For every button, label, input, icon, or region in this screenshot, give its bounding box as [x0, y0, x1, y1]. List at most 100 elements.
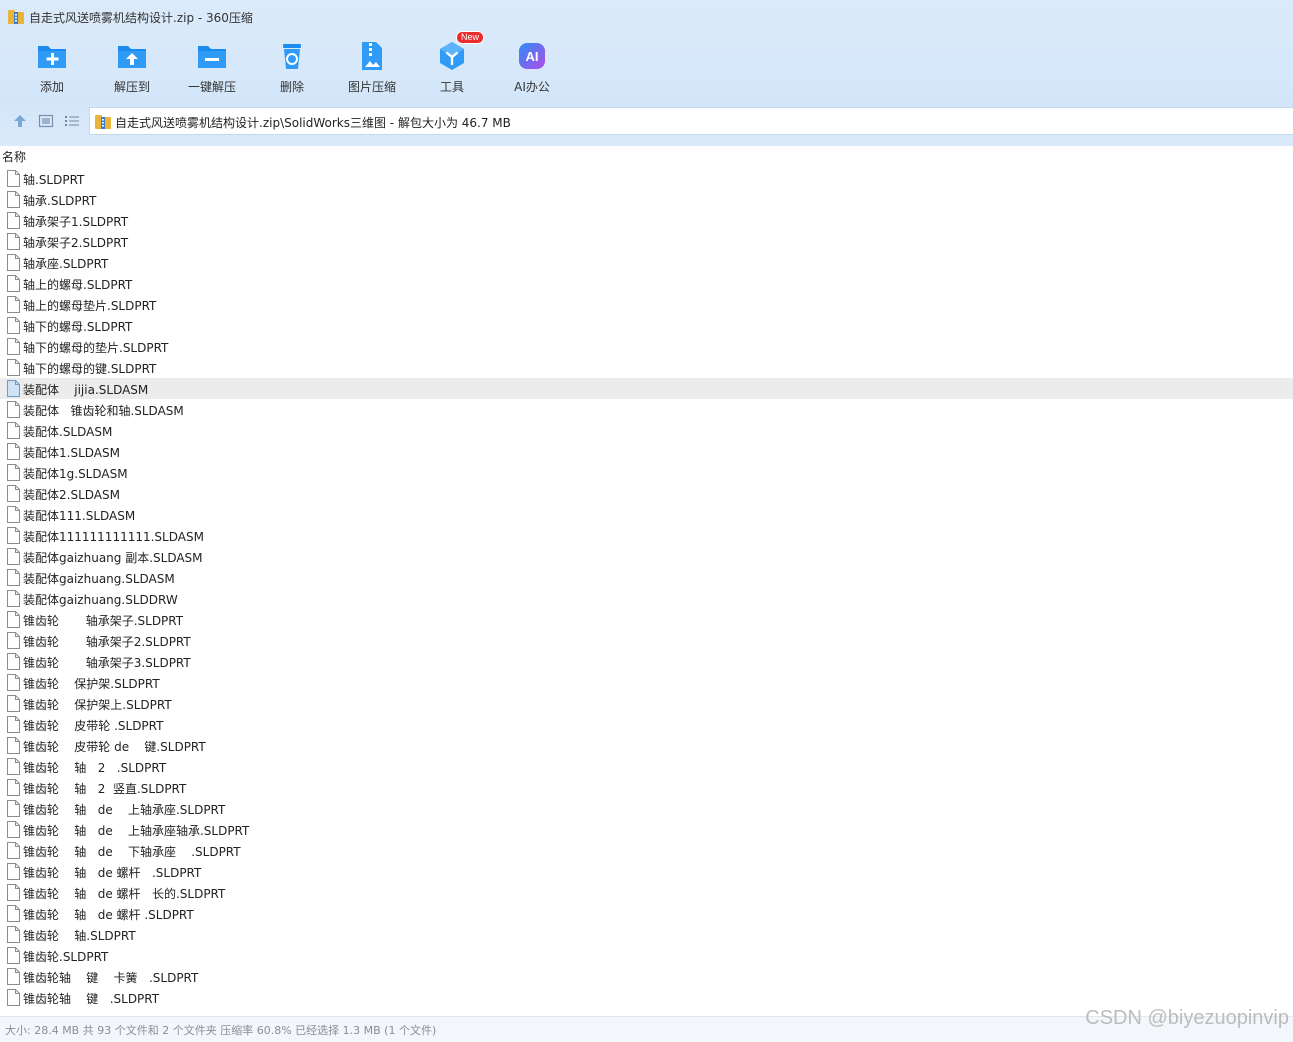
file-row[interactable]: 锥齿轮 轴 de 螺杆 .SLDPRT: [0, 861, 1293, 882]
file-name: 锥齿轮 轴 de 螺杆 .SLDPRT: [23, 908, 194, 922]
file-row[interactable]: 装配体111.SLDASM: [0, 504, 1293, 525]
file-row[interactable]: 轴承架子1.SLDPRT: [0, 210, 1293, 231]
file-icon: [7, 548, 20, 565]
file-row[interactable]: 装配体gaizhuang 副本.SLDASM: [0, 546, 1293, 567]
ai-office-button[interactable]: AI AI办公: [492, 36, 572, 100]
file-name: 锥齿轮 皮带轮 .SLDPRT: [23, 719, 164, 733]
file-name: 轴承架子2.SLDPRT: [23, 236, 129, 250]
delete-icon: [283, 44, 301, 69]
up-arrow-icon[interactable]: [12, 113, 28, 129]
file-name: 装配体111.SLDASM: [23, 509, 136, 523]
file-icon: [7, 926, 20, 943]
file-row[interactable]: 轴上的螺母.SLDPRT: [0, 273, 1293, 294]
thumbnail-view-icon[interactable]: [38, 113, 54, 129]
file-icon: [7, 884, 20, 901]
file-icon: [7, 758, 20, 775]
file-name: 锥齿轮 保护架上.SLDPRT: [23, 698, 172, 712]
file-row[interactable]: 轴承.SLDPRT: [0, 189, 1293, 210]
ai-office-label: AI办公: [514, 80, 550, 94]
file-row[interactable]: 轴承座.SLDPRT: [0, 252, 1293, 273]
file-row[interactable]: 锥齿轮 皮带轮 .SLDPRT: [0, 714, 1293, 735]
file-name: 装配体1g.SLDASM: [23, 467, 128, 481]
file-row[interactable]: 锥齿轮 保护架.SLDPRT: [0, 672, 1293, 693]
file-row[interactable]: 装配体1.SLDASM: [0, 441, 1293, 462]
ai-office-icon: AI: [519, 43, 545, 69]
address-row: 自走式风送喷雾机结构设计.zip\SolidWorks三维图 - 解包大小为 4…: [0, 106, 1293, 136]
file-name: 轴下的螺母的键.SLDPRT: [23, 362, 157, 376]
file-row[interactable]: 锥齿轮 轴 de 上轴承座.SLDPRT: [0, 798, 1293, 819]
file-row[interactable]: 锥齿轮 轴 de 螺杆 .SLDPRT: [0, 903, 1293, 924]
file-name: 轴.SLDPRT: [23, 173, 85, 187]
one-click-extract-button[interactable]: 一键解压: [172, 36, 252, 100]
file-name: 轴下的螺母.SLDPRT: [23, 320, 133, 334]
file-name: 装配体 jijia.SLDASM: [23, 383, 149, 397]
address-bar[interactable]: 自走式风送喷雾机结构设计.zip\SolidWorks三维图 - 解包大小为 4…: [89, 107, 1293, 135]
file-row[interactable]: 锥齿轮 轴承架子3.SLDPRT: [0, 651, 1293, 672]
archive-app-icon: [8, 10, 24, 24]
file-row[interactable]: 锥齿轮轴 键 .SLDPRT: [0, 987, 1293, 1008]
file-row[interactable]: 装配体111111111111.SLDASM: [0, 525, 1293, 546]
file-row[interactable]: 锥齿轮 保护架上.SLDPRT: [0, 693, 1293, 714]
file-row[interactable]: 锥齿轮 轴承架子.SLDPRT: [0, 609, 1293, 630]
file-row[interactable]: 轴下的螺母的键.SLDPRT: [0, 357, 1293, 378]
file-name: 装配体gaizhuang.SLDDRW: [23, 593, 178, 607]
file-row[interactable]: 轴承架子2.SLDPRT: [0, 231, 1293, 252]
file-row[interactable]: 锥齿轮 轴 de 下轴承座 .SLDPRT: [0, 840, 1293, 861]
file-icon: [7, 611, 20, 628]
file-icon: [7, 842, 20, 859]
file-icon: [7, 212, 20, 229]
delete-button[interactable]: 删除: [252, 36, 332, 100]
file-row[interactable]: 锥齿轮 轴 2 竖直.SLDPRT: [0, 777, 1293, 798]
file-icon: [7, 590, 20, 607]
file-icon: [7, 380, 20, 397]
add-button[interactable]: 添加: [12, 36, 92, 100]
file-name: 轴上的螺母.SLDPRT: [23, 278, 133, 292]
name-column-header[interactable]: 名称: [2, 148, 26, 165]
file-name: 锥齿轮 轴 de 螺杆 .SLDPRT: [23, 866, 202, 880]
file-row[interactable]: 锥齿轮 轴.SLDPRT: [0, 924, 1293, 945]
tools-button[interactable]: New 工具: [412, 31, 492, 100]
add-label: 添加: [39, 80, 64, 94]
image-compress-button[interactable]: 图片压缩: [332, 36, 412, 100]
file-icon: [7, 233, 20, 250]
file-row[interactable]: 锥齿轮 轴 2 .SLDPRT: [0, 756, 1293, 777]
tools-label: 工具: [439, 80, 464, 94]
file-row[interactable]: 轴上的螺母垫片.SLDPRT: [0, 294, 1293, 315]
extract-to-label: 解压到: [113, 80, 150, 94]
list-view-icon[interactable]: [64, 113, 80, 129]
window-title: 自走式风送喷雾机结构设计.zip - 360压缩: [29, 11, 253, 25]
file-row[interactable]: 轴下的螺母.SLDPRT: [0, 315, 1293, 336]
file-row[interactable]: 轴.SLDPRT: [0, 168, 1293, 189]
file-row[interactable]: 装配体gaizhuang.SLDDRW: [0, 588, 1293, 609]
file-row[interactable]: 装配体 锥齿轮和轴.SLDASM: [0, 399, 1293, 420]
file-row[interactable]: 锥齿轮 轴承架子2.SLDPRT: [0, 630, 1293, 651]
file-icon: [7, 401, 20, 418]
file-row[interactable]: 装配体2.SLDASM: [0, 483, 1293, 504]
file-row[interactable]: 锥齿轮.SLDPRT: [0, 945, 1293, 966]
file-list: 轴.SLDPRT 轴承.SLDPRT 轴承架子1.SLDPRT 轴承架子2.SLDPR…: [0, 168, 1293, 1018]
file-row[interactable]: 锥齿轮 轴 de 螺杆 长的.SLDPRT: [0, 882, 1293, 903]
file-icon: [7, 674, 20, 691]
file-row[interactable]: 装配体.SLDASM: [0, 420, 1293, 441]
file-name: 锥齿轮.SLDPRT: [23, 950, 109, 964]
image-compress-label: 图片压缩: [347, 80, 396, 94]
file-row[interactable]: 锥齿轮 轴 de 上轴承座轴承.SLDPRT: [0, 819, 1293, 840]
file-row[interactable]: 装配体gaizhuang.SLDASM: [0, 567, 1293, 588]
file-icon: [7, 695, 20, 712]
file-row[interactable]: 轴下的螺母的垫片.SLDPRT: [0, 336, 1293, 357]
file-name: 锥齿轮 轴 de 螺杆 长的.SLDPRT: [23, 887, 226, 901]
file-row[interactable]: 锥齿轮轴 键 卡簧 .SLDPRT: [0, 966, 1293, 987]
file-row[interactable]: 装配体 jijia.SLDASM: [0, 378, 1293, 399]
file-name: 轴下的螺母的垫片.SLDPRT: [23, 341, 169, 355]
file-icon: [7, 821, 20, 838]
file-icon: [7, 947, 20, 964]
file-row[interactable]: 锥齿轮 皮带轮 de 键.SLDPRT: [0, 735, 1293, 756]
file-icon: [7, 863, 20, 880]
file-name: 装配体 锥齿轮和轴.SLDASM: [23, 404, 184, 418]
file-name: 锥齿轮 轴承架子3.SLDPRT: [23, 656, 191, 670]
file-icon: [7, 527, 20, 544]
one-click-extract-label: 一键解压: [187, 80, 236, 94]
file-row[interactable]: 装配体1g.SLDASM: [0, 462, 1293, 483]
file-name: 锥齿轮 轴 2 .SLDPRT: [23, 761, 167, 775]
extract-to-button[interactable]: 解压到: [92, 36, 172, 100]
